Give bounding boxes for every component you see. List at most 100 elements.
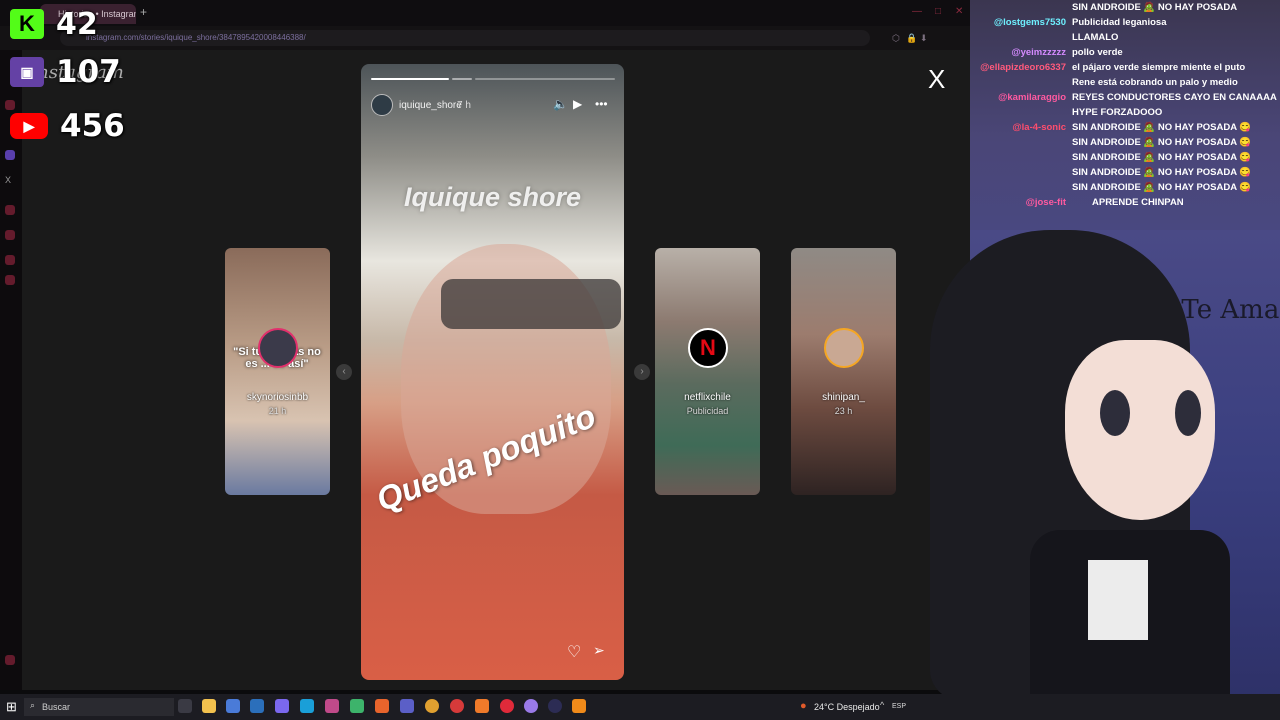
side-story-card[interactable]: "Si tú quieras no es ... es así" skynori… [225,248,330,495]
side-story-time: 21 h [268,406,287,416]
opera-icon[interactable] [500,699,514,713]
chat-username: @kamilaraggio [998,92,1066,103]
edge-icon[interactable] [300,699,314,713]
netflix-logo-icon: N [688,328,728,368]
close-story-button[interactable]: X [928,64,945,94]
previous-story-button[interactable]: ‹ [336,364,352,380]
heart-icon[interactable]: ♡ [567,642,581,662]
firefox-icon[interactable] [375,699,389,713]
taskbar-app-icon[interactable] [475,699,489,713]
more-options-icon[interactable]: ••• [595,97,608,111]
file-explorer-icon[interactable] [202,699,216,713]
kick-viewer-count: 42 [56,6,98,42]
taskbar-app-icon[interactable] [350,699,364,713]
avatar [258,328,298,368]
x-icon[interactable]: X [5,175,15,185]
address-bar[interactable]: instagram.com/stories/iquique_shore/3847… [60,30,870,46]
sidebar-app-icon[interactable] [5,255,15,265]
new-tab-button[interactable]: + [140,5,147,19]
browser-sidebar: X [0,50,22,690]
windows-taskbar [0,694,1280,720]
main-story[interactable]: iquique_shore 7 h 🔈 ▶ ••• Iquique shore … [361,64,624,680]
avatar[interactable] [371,94,393,116]
download-icon[interactable]: ⬇ [920,33,928,44]
windows-start-icon[interactable]: ⊞ [6,699,17,715]
chat-message: @yeimzzzzz pollo verde [970,46,1122,60]
chat-message: SIN ANDROIDE 🧟 NO HAY POSADA 😋 [970,166,1251,180]
kick-counter: K 42 [10,4,98,44]
next-story-button[interactable]: › [634,364,650,380]
sidebar-app-icon[interactable] [5,275,15,285]
taskbar-app-icon[interactable] [524,699,538,713]
taskbar-app-icon[interactable] [400,699,414,713]
chat-text: SIN ANDROIDE 🧟 NO HAY POSADA 😋 [1072,137,1252,148]
sidebar-app-icon[interactable] [5,205,15,215]
task-view-icon[interactable] [178,699,192,713]
window-close-icon[interactable]: ✕ [955,6,963,17]
chat-username: @yeimzzzzz [1011,47,1066,58]
language-indicator[interactable]: ESP [892,696,906,718]
chat-text: SIN ANDROIDE 🧟 NO HAY POSADA 😋 [1072,122,1252,133]
weather-icon: ● [800,700,807,712]
story-caption-top: Iquique shore [403,182,582,212]
chat-text: LLAMALO [1072,32,1119,43]
taskbar-app-icon[interactable] [450,699,464,713]
chat-message: SIN ANDROIDE 🧟 NO HAY POSADA [970,1,1237,15]
vtuber-eye [1100,390,1130,436]
chat-message: SIN ANDROIDE 🧟 NO HAY POSADA 😋 [970,181,1251,195]
side-story-username: skynoriosinbb [246,392,309,403]
chat-message: @la-4-sonic SIN ANDROIDE 🧟 NO HAY POSADA … [970,121,1251,135]
side-story-card[interactable]: N netflixchile Publicidad [655,248,760,495]
taskbar-app-icon[interactable] [325,699,339,713]
chat-message: Rene está cobrando un palo y medio [970,76,1238,90]
mute-icon[interactable]: 🔈 [553,97,568,111]
weather-status[interactable]: 24°C Despejado [814,696,880,718]
chat-message: @lostgems7530 Publicidad leganiosa [970,16,1167,30]
chrome-icon[interactable] [425,699,439,713]
chat-message: SIN ANDROIDE 🧟 NO HAY POSADA 😋 [970,151,1251,165]
chat-text: el pájaro verde siempre miente el puto [1072,62,1246,73]
play-icon[interactable]: ▶ [573,97,582,111]
side-story-username: shinipan_ [822,392,865,403]
vtuber-collar [1088,560,1148,640]
chat-text: REYES CONDUCTORES CAYO EN CANAAAA [1072,92,1277,103]
sidebar-app-icon[interactable] [5,230,15,240]
story-username[interactable]: iquique_shore [399,100,462,111]
extensions-icon[interactable]: ⬡ [892,33,900,44]
sunglasses [441,279,621,329]
vtuber-avatar-panel: Dios Te Ama [930,230,1280,700]
story-time: 7 h [457,100,471,111]
youtube-viewer-count: 456 [60,108,125,144]
vscode-icon[interactable] [250,699,264,713]
kick-icon: K [10,9,44,39]
twitch-counter: ▣ 107 [10,52,121,92]
chevron-up-icon[interactable]: ^ [880,700,884,710]
chat-text: APRENDE CHINPAN [1092,197,1184,208]
story-progress-segment [475,78,615,80]
side-story-time: Publicidad [686,406,729,416]
lock-icon[interactable]: 🔒 [906,33,917,44]
taskbar-app-icon[interactable] [275,699,289,713]
obs-icon[interactable] [548,699,562,713]
maximize-icon[interactable]: □ [935,6,941,17]
side-story-card[interactable]: shinipan_ 23 h [791,248,896,495]
sidebar-app-icon[interactable] [5,655,15,665]
taskbar-app-icon[interactable] [226,699,240,713]
youtube-icon: ▶ [10,113,48,139]
chat-text: Publicidad leganiosa [1072,17,1167,28]
twitch-icon[interactable] [5,150,15,160]
share-icon[interactable]: ➢ [593,642,605,659]
chat-text: SIN ANDROIDE 🧟 NO HAY POSADA [1072,2,1238,13]
chat-message: @ellapizdeoro6337 el pájaro verde siempre… [970,61,1245,75]
avatar [824,328,864,368]
twitch-icon: ▣ [10,57,44,87]
minimize-icon[interactable]: — [912,6,922,17]
story-progress-segment [452,78,472,80]
chat-username: @jose-fit [1025,197,1066,208]
side-story-time: 23 h [834,406,853,416]
taskbar-search-input[interactable]: Buscar [24,698,174,716]
vlc-icon[interactable] [572,699,586,713]
chat-text: SIN ANDROIDE 🧟 NO HAY POSADA 😋 [1072,182,1252,193]
chat-text: Rene está cobrando un palo y medio [1072,77,1238,88]
side-story-username: netflixchile [684,392,731,403]
